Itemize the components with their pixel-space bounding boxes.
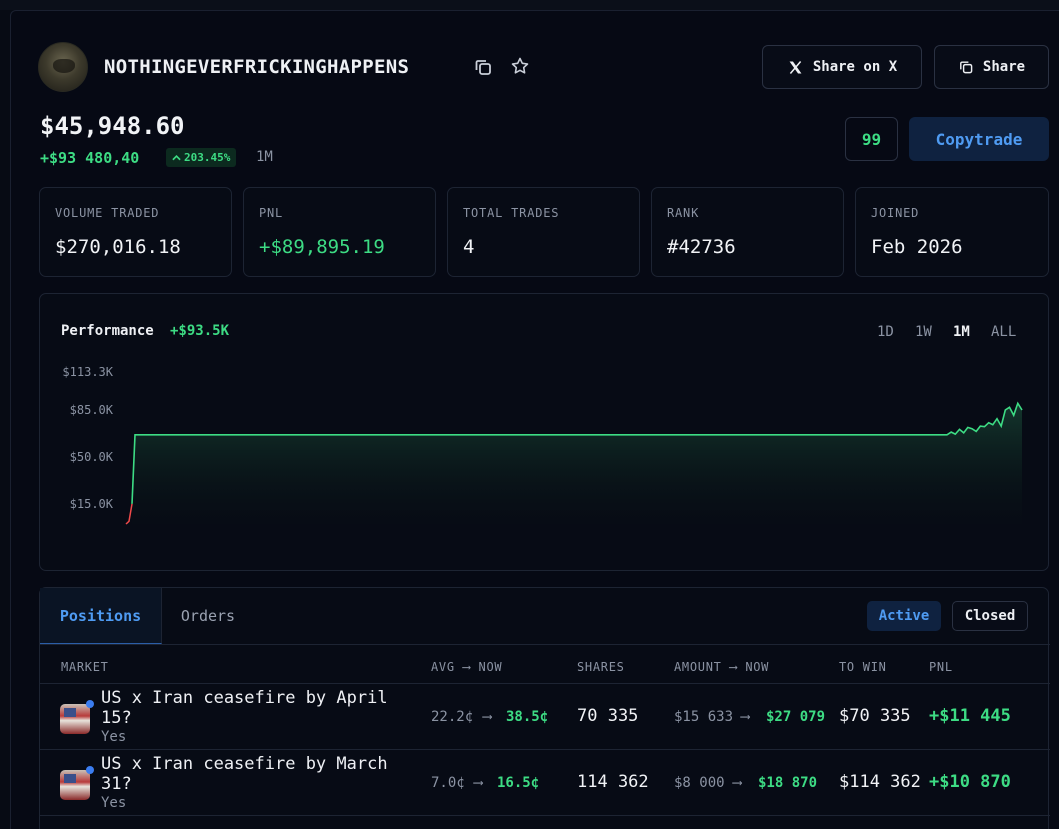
balance-value: $45,948.60: [40, 112, 185, 140]
tab-orders[interactable]: Orders: [162, 588, 254, 644]
top-bar: [0, 0, 1059, 10]
copy-icon[interactable]: [472, 56, 494, 78]
copy-link-icon: [960, 61, 973, 74]
shares-value: 114 362: [577, 772, 649, 792]
caret-up-icon: [172, 155, 181, 161]
stat-label: JOINED: [871, 206, 920, 220]
stat-label: RANK: [667, 206, 700, 220]
copytrade-button[interactable]: Copytrade: [909, 117, 1049, 161]
stat-rank: RANK #42736: [651, 187, 844, 277]
stat-joined: JOINED Feb 2026: [855, 187, 1049, 277]
gain-percent-badge: 203.45%: [166, 148, 237, 167]
status-dot: [86, 766, 94, 774]
market-title[interactable]: US x Iran ceasefire by March 31?: [101, 754, 411, 794]
performance-card: Performance +$93.5K 1D 1W 1M ALL $113.3K…: [39, 293, 1049, 571]
status-dot: [86, 700, 94, 708]
stat-pnl: PNL +$89,895.19: [243, 187, 436, 277]
share-button[interactable]: Share: [934, 45, 1049, 89]
now-price: 16.5¢: [497, 775, 540, 791]
market-title[interactable]: US x Iran ceasefire by April 15?: [101, 688, 411, 728]
table-row[interactable]: US x Iran ceasefire by March 31? Yes 7.0…: [40, 750, 1050, 816]
stat-value: +$89,895.19: [259, 236, 385, 258]
gain-period: 1M: [256, 149, 273, 165]
shares-value: 70 335: [577, 706, 639, 726]
filter-closed-button[interactable]: Closed: [952, 601, 1028, 631]
column-pnl: PNL: [929, 660, 953, 674]
arrow-right-icon: ⟶: [474, 775, 483, 791]
count-badge[interactable]: 99: [845, 117, 898, 161]
share-label: Share: [982, 59, 1026, 75]
stat-label: VOLUME TRADED: [55, 206, 160, 220]
avatar: [38, 42, 88, 92]
pnl-value: +$10 870: [929, 772, 1011, 792]
amount-value: $8 000: [674, 775, 725, 791]
performance-area: [132, 403, 1022, 524]
gain-percent: 203.45%: [184, 151, 231, 164]
amount-value: $15 633: [674, 709, 734, 725]
column-to-win: TO WIN: [839, 660, 887, 674]
pnl-value: +$11 445: [929, 706, 1011, 726]
stat-value: #42736: [667, 236, 736, 258]
table-header: MARKET AVG ⟶ NOW SHARES AMOUNT ⟶ NOW TO …: [40, 644, 1050, 684]
market-outcome: Yes: [101, 795, 127, 811]
now-price: 38.5¢: [506, 709, 549, 725]
amount-now-value: $27 079: [766, 709, 826, 725]
stat-label: PNL: [259, 206, 284, 220]
gain-value: +$93 480,40: [40, 149, 140, 167]
column-amount-now: AMOUNT ⟶ NOW: [674, 660, 770, 674]
market-outcome: Yes: [101, 729, 127, 745]
performance-chart: $113.3K $85.0K $50.0K $15.0K: [62, 365, 1023, 525]
y-tick-label: $50.0K: [70, 450, 114, 464]
market-thumbnail: [60, 770, 90, 800]
to-win-value: $70 335: [839, 706, 911, 726]
arrow-right-icon: ⟶: [483, 709, 492, 725]
stat-value: 4: [463, 236, 475, 258]
to-win-value: $114 362: [839, 772, 921, 792]
market-thumbnail: [60, 704, 90, 734]
arrow-right-icon: ⟶: [741, 709, 750, 725]
tab-positions[interactable]: Positions: [40, 588, 162, 644]
column-market: MARKET: [61, 660, 109, 674]
stat-value: Feb 2026: [871, 236, 963, 258]
stat-total-trades: TOTAL TRADES 4: [447, 187, 640, 277]
table-row[interactable]: US x Iran ceasefire by April 15? Yes 22.…: [40, 684, 1050, 750]
share-on-x-label: Share on X: [812, 59, 898, 75]
username: NOTHINGEVERFRICKINGHAPPENS: [104, 56, 410, 78]
stat-volume-traded: VOLUME TRADED $270,016.18: [39, 187, 232, 277]
filter-active-button[interactable]: Active: [867, 601, 941, 631]
star-icon[interactable]: [509, 55, 531, 77]
column-shares: SHARES: [577, 660, 625, 674]
y-tick-label: $15.0K: [70, 497, 114, 511]
y-tick-label: $85.0K: [70, 403, 114, 417]
share-on-x-button[interactable]: Share on X: [762, 45, 922, 89]
avg-price: 22.2¢: [431, 709, 474, 725]
avg-price: 7.0¢: [431, 775, 465, 791]
positions-card: Positions Orders Active Closed MARKET AV…: [39, 587, 1050, 829]
y-tick-label: $113.3K: [62, 365, 113, 379]
arrow-right-icon: ⟶: [733, 775, 742, 791]
column-avg-now: AVG ⟶ NOW: [431, 660, 503, 674]
stat-label: TOTAL TRADES: [463, 206, 560, 220]
x-logo-icon: [789, 60, 802, 74]
amount-now-value: $18 870: [758, 775, 818, 791]
stat-value: $270,016.18: [55, 236, 181, 258]
performance-start-segment: [125, 503, 133, 525]
